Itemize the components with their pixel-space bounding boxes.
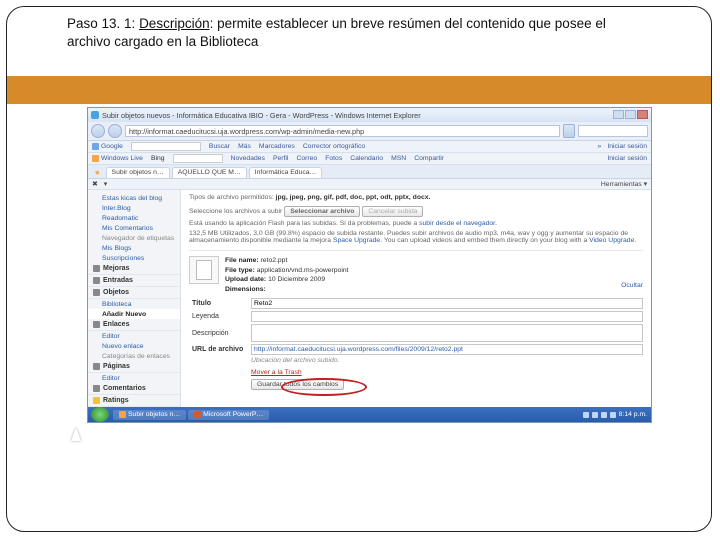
gb-item[interactable]: Buscar [209,143,230,150]
leyenda-label: Leyenda [189,312,251,321]
url-hint: Ubicación del archivo subido. [189,357,643,364]
wp-sidebar: Estas kicas del blog Inter.Blog Readomat… [88,190,181,410]
page-icon [93,363,100,370]
tab[interactable]: Informática Educa… [249,167,323,178]
lb-item[interactable]: Compartir [414,155,444,162]
live-icon [92,155,99,162]
sidebar-item[interactable]: Suscripciones [88,253,180,263]
main-content: Tipos de archivo permitidos: jpg, jpeg, … [181,190,651,410]
upgrade-icon [93,265,100,272]
sidebar-item-add-new[interactable]: Añadir Nuevo [88,309,180,319]
gb-item[interactable]: Corrector ortográfico [303,143,365,150]
lb-item[interactable]: Novedades [231,155,265,162]
tab[interactable]: Subir objetos n… [106,167,170,178]
delete-link[interactable]: Mover a la Trash [189,367,643,376]
sidebar-header-enlaces[interactable]: Enlaces [88,319,180,331]
sidebar-item[interactable]: Editor [88,331,180,341]
forward-button[interactable] [108,124,122,138]
clock: 8:14 p.m. [619,411,647,418]
select-file-button[interactable]: Seleccionar archivo [284,206,360,217]
file-thumbnail [189,256,219,284]
ie-icon [119,411,126,418]
sidebar-item[interactable]: Mis Comentarios [88,223,180,233]
google-toolbar: Google Buscar Más Marcadores Corrector o… [88,141,651,153]
browser-upload-link[interactable]: subir desde el navegador [419,220,495,227]
leyenda-input[interactable] [251,311,643,322]
hide-link[interactable]: Ocultar [621,282,643,289]
descripcion-label: Descripción [189,329,251,338]
file-meta: File name: reto2.ppt File type: applicat… [225,256,349,294]
sidebar-item[interactable]: Navegador de etiquetas [88,233,180,243]
address-bar[interactable]: http://informat.caeducitucsi.uja.wordpre… [125,125,560,137]
save-all-button[interactable]: Guardar todos los cambios [251,379,344,390]
gb-item[interactable]: Más [238,143,251,150]
sidebar-item[interactable]: Estas kicas del blog [88,193,180,203]
search-box[interactable] [578,125,648,137]
taskbar: Subir objetos n… Microsoft PowerP… 8:14 … [88,407,651,422]
cursor-arrow [65,427,87,449]
titulo-label: Título [189,299,251,308]
cancel-upload-button[interactable]: Cancelar subida [362,206,423,217]
lb-item[interactable]: Calendario [350,155,383,162]
gb-item[interactable]: Marcadores [259,143,295,150]
lb-item[interactable]: MSN [391,155,406,162]
space-upgrade-link[interactable]: Space Upgrade [333,237,380,244]
titlebar: Subir objetos nuevos - Informática Educa… [88,108,651,122]
sidebar-item[interactable]: Categorías de enlaces [88,351,180,361]
sidebar-item[interactable]: Mis Blogs [88,243,180,253]
lb-item[interactable]: Perfil [273,155,289,162]
descripcion-input[interactable] [251,324,643,342]
link-icon [93,321,100,328]
tab-bar: ★ Subir objetos n… AQUELLO QUE M… Inform… [88,165,651,179]
titulo-input[interactable] [251,298,643,309]
sidebar-item-biblioteca[interactable]: Biblioteca [88,299,180,309]
allowed-types: Tipos de archivo permitidos: jpg, jpeg, … [189,194,643,201]
lb-signin[interactable]: Iniciar sesión [607,155,647,162]
browser-window: Subir objetos nuevos - Informática Educa… [87,107,652,423]
google-icon [92,143,99,150]
lb-item[interactable]: Fotos [325,155,342,162]
back-button[interactable] [91,124,105,138]
gb-signin[interactable]: Iniciar sesión [607,143,647,150]
star-icon [93,397,100,404]
refresh-button[interactable] [563,124,575,138]
url-label: URL de archivo [189,345,251,354]
note-key: Descripción [139,16,210,31]
comment-icon [93,385,100,392]
system-tray[interactable]: 8:14 p.m. [579,411,651,418]
sidebar-header-comentarios[interactable]: Comentarios [88,383,180,395]
sidebar-item[interactable]: Readomatic [88,213,180,223]
tools-menu[interactable]: Herramientas [601,181,642,188]
orange-divider [7,76,711,104]
window-title: Subir objetos nuevos - Informática Educa… [102,111,612,120]
video-upgrade-link[interactable]: Video Upgrade [589,237,634,244]
live-toolbar: Windows Live Bing Novedades Perfil Corre… [88,153,651,165]
sidebar-item[interactable]: Inter.Blog [88,203,180,213]
note-prefix: Paso 13. 1: [67,16,139,31]
pin-icon [93,277,100,284]
window-buttons[interactable] [612,110,648,121]
sidebar-header-paginas[interactable]: Páginas [88,361,180,373]
nav-bar: http://informat.caeducitucsi.uja.wordpre… [88,122,651,141]
url-input[interactable] [251,344,643,355]
sidebar-header-entradas[interactable]: Entradas [88,275,180,287]
ie-icon [91,111,99,119]
command-bar: ✖▾ Herramientas ▾ [88,179,651,190]
sidebar-header-mejoras[interactable]: Mejoras [88,263,180,275]
media-icon [93,289,100,296]
bing-input[interactable] [173,154,223,163]
sidebar-header-ratings[interactable]: Ratings [88,395,180,407]
taskbar-item[interactable]: Subir objetos n… [113,410,186,420]
tab[interactable]: AQUELLO QUE M… [172,167,247,178]
instruction-note: Paso 13. 1: Descripción: permite estable… [7,7,711,54]
sidebar-item[interactable]: Editor [88,373,180,383]
start-button[interactable] [91,407,109,422]
google-search-input[interactable] [131,142,201,151]
lb-item[interactable]: Correo [296,155,317,162]
taskbar-item[interactable]: Microsoft PowerP… [188,410,269,420]
ppt-icon [194,411,201,418]
sidebar-header-objetos[interactable]: Objetos [88,287,180,299]
sidebar-item[interactable]: Nuevo enlace [88,341,180,351]
